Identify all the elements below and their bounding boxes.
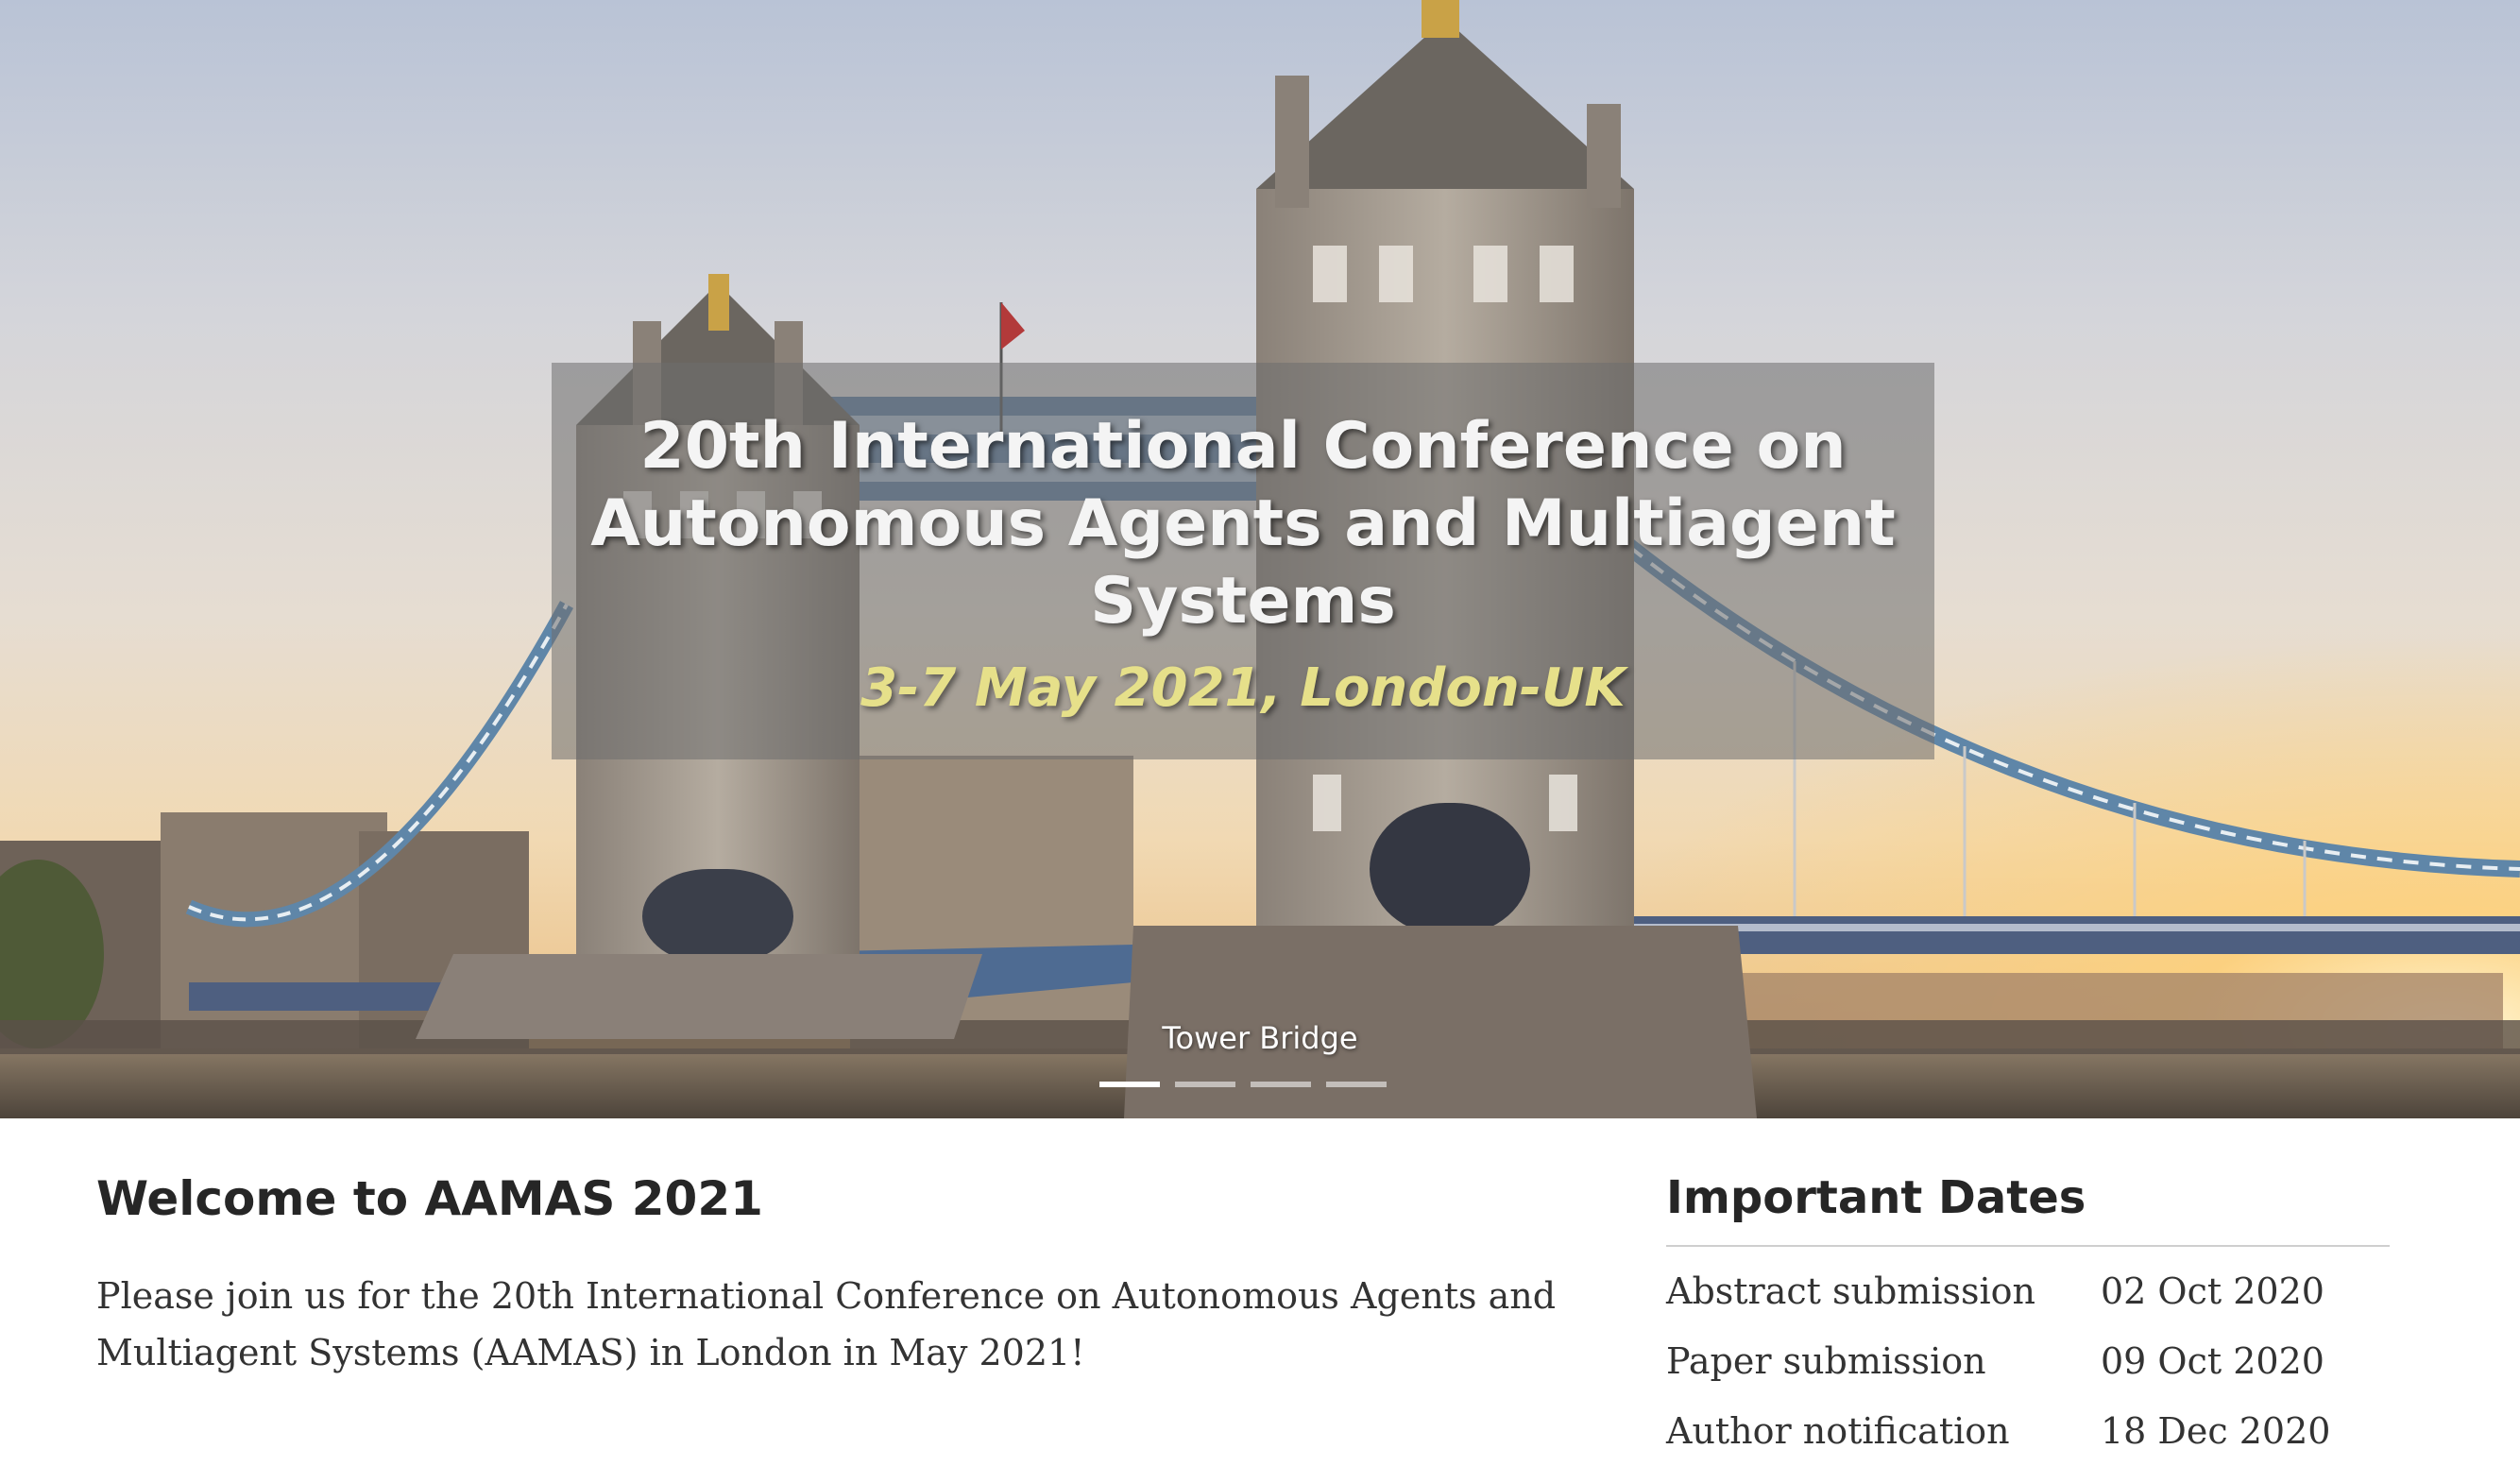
- conference-date-location: 3-7 May 2021, London-UK: [860, 657, 1626, 719]
- welcome-section: Welcome to AAMAS 2021 Please join us for…: [96, 1171, 1626, 1381]
- conference-title: 20th International Conference on Autonom…: [590, 409, 1896, 639]
- date-label: Author notification: [1666, 1410, 2010, 1452]
- date-label: Paper submission: [1666, 1340, 1986, 1382]
- carousel-indicator-4[interactable]: [1326, 1082, 1387, 1087]
- date-value: 09 Oct 2020: [2101, 1340, 2324, 1382]
- welcome-heading: Welcome to AAMAS 2021: [96, 1171, 763, 1226]
- welcome-text: Please join us for the 20th Internationa…: [96, 1275, 1557, 1373]
- date-value: 02 Oct 2020: [2101, 1270, 2324, 1312]
- hero-carousel[interactable]: 20th International Conference on Autonom…: [0, 0, 2520, 1118]
- carousel-indicator-1[interactable]: [1099, 1082, 1160, 1087]
- carousel-indicators: [1099, 1082, 1387, 1087]
- carousel-indicator-2[interactable]: [1175, 1082, 1235, 1087]
- table-row: Abstract submission 02 Oct 2020: [1666, 1256, 2330, 1326]
- table-row: Paper submission 09 Oct 2020: [1666, 1326, 2330, 1396]
- important-dates-heading: Important Dates: [1666, 1171, 2390, 1247]
- important-dates-panel: Important Dates Abstract submission 02 O…: [1666, 1171, 2390, 1466]
- table-row: Author notification 18 Dec 2020: [1666, 1396, 2330, 1466]
- date-label: Abstract submission: [1666, 1270, 2035, 1312]
- hero-title-box: 20th International Conference on Autonom…: [552, 363, 1934, 759]
- important-dates-table: Abstract submission 02 Oct 2020 Paper su…: [1666, 1256, 2330, 1466]
- slide-caption: Tower Bridge: [1162, 1020, 1358, 1056]
- carousel-indicator-3[interactable]: [1251, 1082, 1311, 1087]
- date-value: 18 Dec 2020: [2101, 1410, 2331, 1452]
